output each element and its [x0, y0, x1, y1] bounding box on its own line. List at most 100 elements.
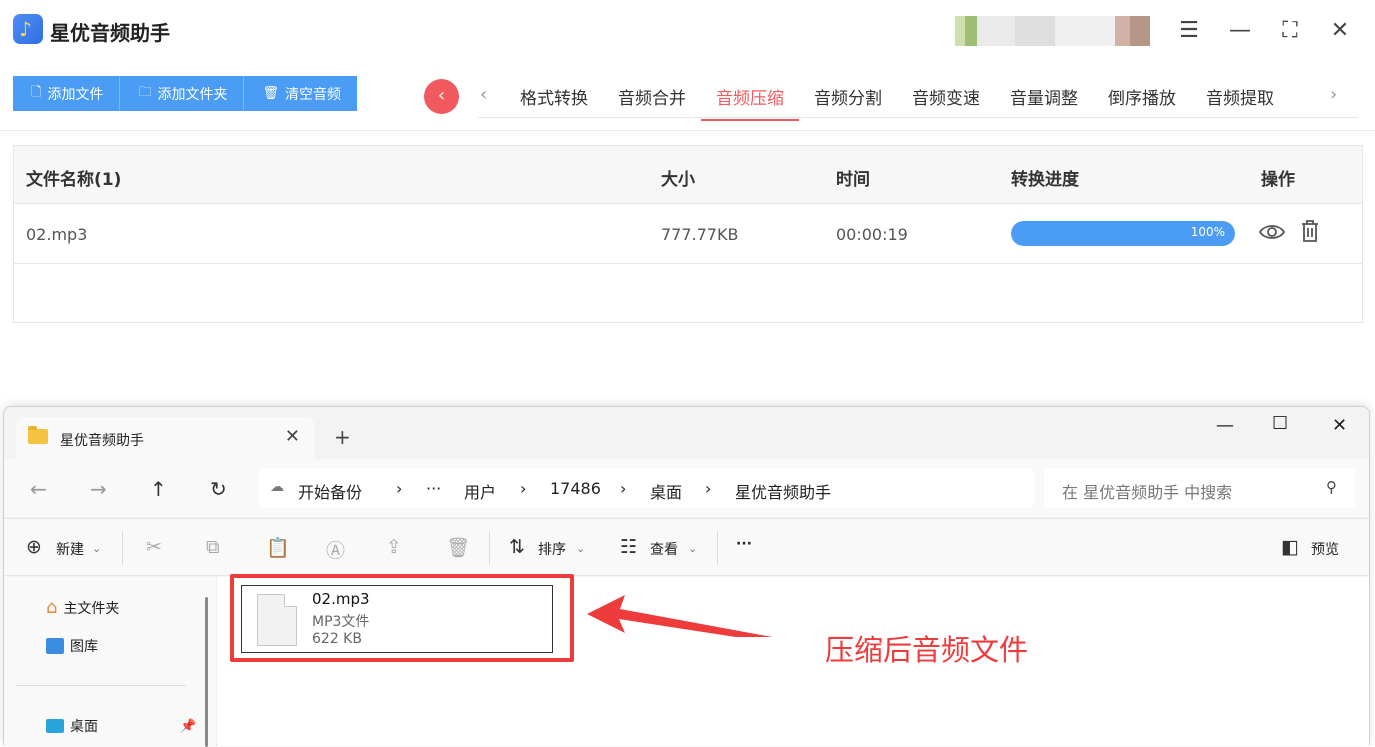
- divider: [717, 531, 718, 565]
- sort-icon: ⇅: [509, 536, 525, 558]
- share-icon[interactable]: ⇪: [386, 536, 402, 558]
- breadcrumb-separator-icon: ›: [705, 479, 712, 498]
- preview-button[interactable]: 预览: [1311, 539, 1339, 559]
- action-button-group: 🗋 添加文件 🗀 添加文件夹 🗑 清空音频: [13, 76, 357, 111]
- explorer-tab[interactable]: 星优音频助手 ✕: [16, 417, 314, 459]
- tabs-scroll-left-icon[interactable]: ‹: [480, 84, 487, 105]
- tab-volume-adjust[interactable]: 音量调整: [995, 80, 1093, 121]
- row-filename: 02.mp3: [26, 225, 88, 244]
- add-folder-button[interactable]: 🗀 添加文件夹: [120, 76, 245, 111]
- tab-format-convert[interactable]: 格式转换: [505, 80, 603, 121]
- file-icon: 🗋: [31, 84, 42, 100]
- sort-button[interactable]: 排序: [538, 539, 566, 559]
- row-size: 777.77KB: [661, 225, 739, 244]
- chevron-down-icon: ⌄: [688, 542, 698, 555]
- sidebar-item-desktop[interactable]: 桌面 📌: [46, 716, 196, 736]
- chevron-down-icon: ⌄: [576, 542, 586, 555]
- row-time: 00:00:19: [836, 225, 908, 244]
- title-bar: ♪ 星优音频助手 ☰ — ⛶ ✕: [0, 0, 1375, 62]
- tab-audio-split[interactable]: 音频分割: [799, 80, 897, 121]
- view-button[interactable]: 查看: [650, 539, 678, 559]
- tab-audio-speed[interactable]: 音频变速: [897, 80, 995, 121]
- file-table: 文件名称(1) 大小 时间 转换进度 操作 02.mp3 777.77KB 00…: [13, 145, 1363, 323]
- trash-icon: 🗑: [262, 86, 279, 101]
- folder-icon: [28, 426, 48, 444]
- tab-audio-compress[interactable]: 音频压缩: [701, 80, 799, 121]
- collapse-chevron-left-icon[interactable]: ‹: [424, 79, 459, 114]
- sidebar-item-label: 主文件夹: [63, 600, 120, 617]
- new-button[interactable]: 新建: [56, 539, 84, 559]
- add-file-label: 添加文件: [47, 86, 104, 103]
- search-placeholder: 在 星优音频助手 中搜索: [1062, 483, 1233, 502]
- add-file-button[interactable]: 🗋 添加文件: [13, 76, 121, 111]
- annotation-text: 压缩后音频文件: [825, 633, 1029, 667]
- up-arrow-icon[interactable]: ↑: [150, 477, 167, 501]
- tab-audio-extract[interactable]: 音频提取: [1191, 80, 1289, 121]
- address-bar[interactable]: ☁ 开始备份 › ··· 用户 › 17486 › 桌面 › 星优音频助手: [258, 468, 1034, 508]
- sidebar-item-gallery[interactable]: 图库: [46, 636, 98, 656]
- chevron-down-icon: ⌄: [92, 542, 102, 555]
- red-arrow-icon: [587, 595, 773, 637]
- tabs-scroll-right-icon[interactable]: ›: [1330, 84, 1337, 105]
- breadcrumb-overflow[interactable]: ···: [426, 479, 441, 498]
- breadcrumb-desktop[interactable]: 桌面: [650, 479, 682, 503]
- tab-audio-merge[interactable]: 音频合并: [603, 80, 701, 121]
- navigation-pane: ⌂ 主文件夹 图库 桌面 📌: [4, 577, 216, 747]
- forward-arrow-icon[interactable]: →: [90, 477, 107, 501]
- breadcrumb-users[interactable]: 用户: [464, 479, 496, 503]
- divider: [489, 531, 490, 565]
- sidebar-divider: [16, 685, 186, 686]
- column-filename: 文件名称(1): [26, 170, 122, 190]
- pin-icon[interactable]: 📌: [180, 719, 196, 734]
- document-icon: [257, 594, 297, 646]
- tab-close-icon[interactable]: ✕: [285, 426, 300, 447]
- desktop-icon: [46, 719, 64, 733]
- rename-icon[interactable]: Ⓐ: [326, 536, 345, 563]
- refresh-icon[interactable]: ↻: [210, 477, 227, 501]
- column-actions: 操作: [1261, 170, 1295, 190]
- explorer-close-icon[interactable]: ✕: [1332, 415, 1347, 436]
- preview-eye-icon[interactable]: [1259, 223, 1285, 241]
- sidebar-item-home[interactable]: ⌂ 主文件夹: [46, 597, 119, 618]
- view-icon: ☷: [620, 536, 638, 558]
- table-row[interactable]: 02.mp3 777.77KB 00:00:19 100%: [14, 204, 1362, 264]
- file-name: 02.mp3: [312, 590, 370, 608]
- delete-icon[interactable]: 🗑: [446, 536, 470, 559]
- copy-icon[interactable]: ⧉: [206, 536, 220, 558]
- file-type: MP3文件: [312, 614, 370, 630]
- explorer-minimize-icon[interactable]: —: [1216, 415, 1234, 436]
- new-plus-circle-icon: ⊕: [26, 536, 42, 558]
- back-arrow-icon[interactable]: ←: [30, 477, 47, 501]
- toolbar-divider: [0, 130, 1375, 131]
- maximize-icon[interactable]: ⛶: [1277, 18, 1303, 44]
- divider: [122, 531, 123, 565]
- minimize-icon[interactable]: —: [1227, 18, 1253, 44]
- explorer-maximize-icon[interactable]: ☐: [1272, 413, 1288, 434]
- tab-reverse-play[interactable]: 倒序播放: [1093, 80, 1191, 121]
- new-tab-plus-icon[interactable]: +: [334, 425, 351, 449]
- more-options-button[interactable]: ···: [736, 536, 752, 552]
- gallery-icon: [46, 638, 64, 654]
- add-folder-label: 添加文件夹: [157, 86, 228, 103]
- explorer-navigation-bar: ← → ↑ ↻ ☁ 开始备份 › ··· 用户 › 17486 › 桌面 › 星…: [4, 459, 1369, 517]
- clear-audio-button[interactable]: 🗑 清空音频: [244, 76, 357, 111]
- clear-audio-label: 清空音频: [284, 86, 341, 103]
- settings-sliders-icon[interactable]: ☰: [1176, 18, 1202, 44]
- user-avatar-blurred[interactable]: [955, 16, 1150, 46]
- sidebar-scrollbar[interactable]: [205, 597, 208, 747]
- folder-icon: 🗀: [138, 84, 152, 100]
- cut-icon[interactable]: ✂: [146, 536, 162, 558]
- breadcrumb-separator-icon: ›: [620, 479, 627, 498]
- table-header: 文件名称(1) 大小 时间 转换进度 操作: [14, 146, 1362, 204]
- close-icon[interactable]: ✕: [1327, 18, 1353, 44]
- file-item[interactable]: 02.mp3 MP3文件 622 KB: [241, 585, 553, 653]
- progress-bar: 100%: [1011, 221, 1235, 246]
- search-box[interactable]: 在 星优音频助手 中搜索 ⚲: [1044, 468, 1355, 508]
- breadcrumb-folder[interactable]: 星优音频助手: [735, 479, 831, 503]
- breadcrumb-backup[interactable]: 开始备份: [298, 479, 362, 503]
- delete-trash-icon[interactable]: [1300, 219, 1320, 243]
- explorer-tab-title: 星优音频助手: [60, 433, 144, 449]
- breadcrumb-userid[interactable]: 17486: [550, 479, 601, 498]
- paste-icon[interactable]: 📋: [266, 536, 290, 559]
- file-size: 622 KB: [312, 631, 362, 647]
